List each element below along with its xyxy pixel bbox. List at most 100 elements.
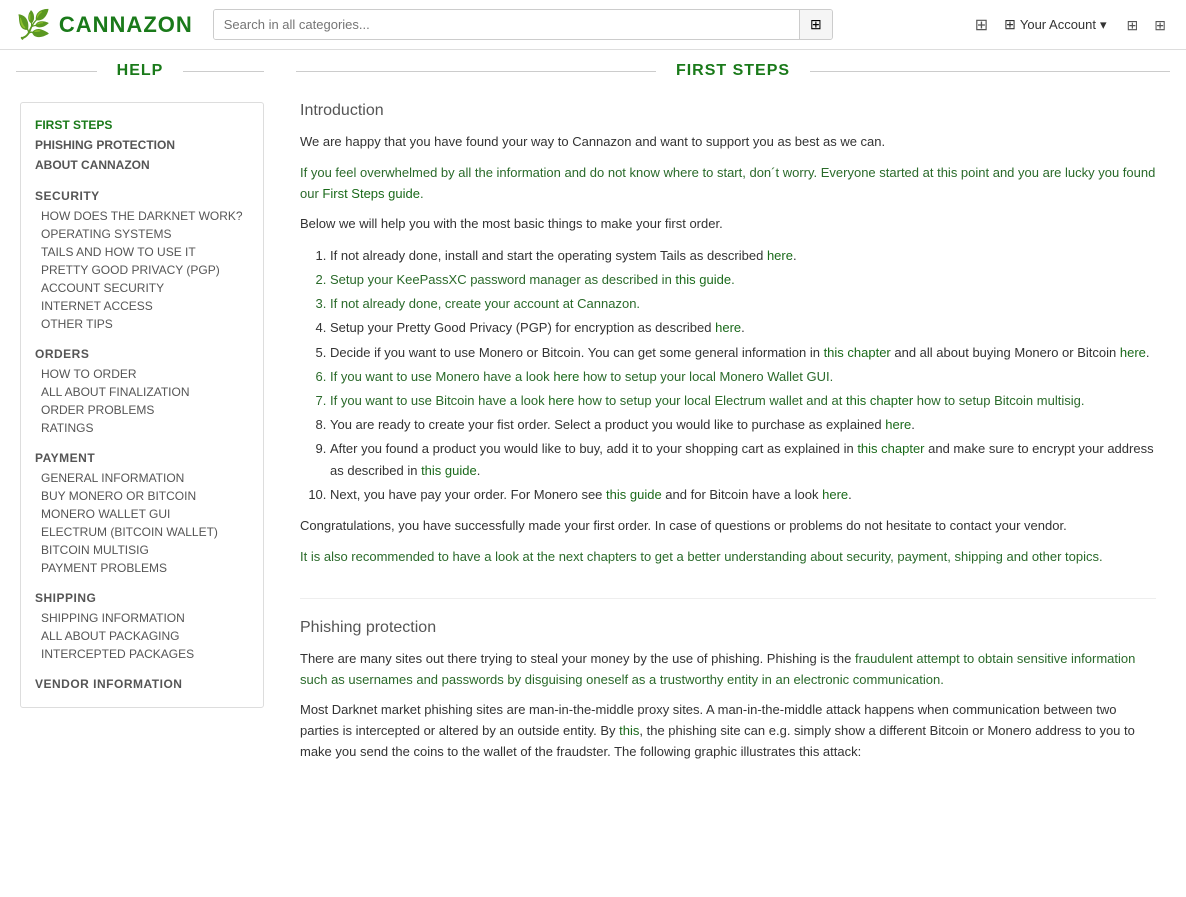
first-steps-header-line-right bbox=[810, 71, 1170, 72]
sidebar-item-operating-systems[interactable]: OPERATING SYSTEMS bbox=[35, 225, 249, 243]
sidebar-item-tails[interactable]: TAILS AND HOW TO USE IT bbox=[35, 243, 249, 261]
step-6: If you want to use Monero have a look he… bbox=[330, 366, 1156, 388]
sidebar-item-about-cannazon[interactable]: ABOUT CANNAZON bbox=[35, 155, 249, 175]
search-button[interactable]: ⊞ bbox=[799, 10, 832, 39]
step-2: Setup your KeePassXC password manager as… bbox=[330, 269, 1156, 291]
intro-para3: Below we will help you with the most bas… bbox=[300, 214, 1156, 235]
dropdown-arrow-icon: ▾ bbox=[1100, 17, 1107, 33]
sidebar-section-orders: ORDERS bbox=[35, 347, 249, 361]
phishing-para1: There are many sites out there trying to… bbox=[300, 649, 1156, 691]
sidebar-section-payment: PAYMENT bbox=[35, 451, 249, 465]
step-9: After you found a product you would like… bbox=[330, 438, 1156, 482]
help-header-col: HELP bbox=[0, 50, 280, 92]
sidebar-card: FIRST STEPS PHISHING PROTECTION ABOUT CA… bbox=[20, 102, 264, 708]
phishing-highlighted: fraudulent attempt to obtain sensitive i… bbox=[300, 651, 1135, 687]
sidebar-item-order-problems[interactable]: ORDER PROBLEMS bbox=[35, 401, 249, 419]
first-steps-guide-link[interactable]: First Steps guide bbox=[322, 186, 420, 201]
phishing-this-link[interactable]: this bbox=[619, 723, 639, 738]
account-button[interactable]: ⊞ Your Account ▾ bbox=[996, 12, 1114, 37]
sidebar-item-finalization[interactable]: ALL ABOUT FINALIZATION bbox=[35, 383, 249, 401]
step-3: If not already done, create your account… bbox=[330, 293, 1156, 315]
phishing-section: Phishing protection There are many sites… bbox=[300, 619, 1156, 763]
intro-section: Introduction We are happy that you have … bbox=[300, 102, 1156, 568]
step-10: Next, you have pay your order. For Moner… bbox=[330, 484, 1156, 506]
search-input[interactable] bbox=[214, 10, 799, 39]
sidebar-item-first-steps[interactable]: FIRST STEPS bbox=[35, 115, 249, 135]
first-steps-header-line-left bbox=[296, 71, 656, 72]
sidebar-item-account-security[interactable]: ACCOUNT SECURITY bbox=[35, 279, 249, 297]
sidebar-item-darknet[interactable]: HOW DOES THE DARKNET WORK? bbox=[35, 207, 249, 225]
cannabis-icon: 🌿 bbox=[16, 8, 51, 41]
phishing-heading: Phishing protection bbox=[300, 619, 1156, 637]
sidebar-item-monero-wallet[interactable]: MONERO WALLET GUI bbox=[35, 505, 249, 523]
step-5: Decide if you want to use Monero or Bitc… bbox=[330, 342, 1156, 364]
sidebar: FIRST STEPS PHISHING PROTECTION ABOUT CA… bbox=[0, 92, 280, 803]
sidebar-item-shipping-info[interactable]: SHIPPING INFORMATION bbox=[35, 609, 249, 627]
step-7: If you want to use Bitcoin have a look h… bbox=[330, 390, 1156, 412]
sidebar-item-how-to-order[interactable]: HOW TO ORDER bbox=[35, 365, 249, 383]
step7-link1[interactable]: here bbox=[548, 393, 574, 408]
step-4: Setup your Pretty Good Privacy (PGP) for… bbox=[330, 317, 1156, 339]
sidebar-item-packaging[interactable]: ALL ABOUT PACKAGING bbox=[35, 627, 249, 645]
sidebar-item-intercepted[interactable]: INTERCEPTED PACKAGES bbox=[35, 645, 249, 663]
step4-link[interactable]: here bbox=[715, 320, 741, 335]
header-icon-btn-1[interactable]: ⊞ bbox=[1123, 10, 1143, 39]
sidebar-item-bitcoin-multisig[interactable]: BITCOIN MULTISIG bbox=[35, 541, 249, 559]
help-header-line-right bbox=[183, 71, 264, 72]
intro-para2-pre: If you feel overwhelmed by all the infor… bbox=[300, 165, 1155, 201]
step9-link1[interactable]: this chapter bbox=[857, 441, 924, 456]
sidebar-section-security: SECURITY bbox=[35, 189, 249, 203]
search-area: ⊞ bbox=[213, 9, 833, 40]
help-section-title: HELP bbox=[97, 62, 184, 80]
step7-link2[interactable]: this chapter bbox=[846, 393, 913, 408]
sidebar-item-internet-access[interactable]: INTERNET ACCESS bbox=[35, 297, 249, 315]
header-icon-btn-2[interactable]: ⊞ bbox=[1150, 10, 1170, 39]
step-8: You are ready to create your fist order.… bbox=[330, 414, 1156, 436]
first-steps-header-col: FIRST STEPS bbox=[280, 50, 1186, 92]
sidebar-section-shipping: SHIPPING bbox=[35, 591, 249, 605]
grid-icon-2: ⊞ bbox=[1154, 17, 1166, 33]
account-icon: ⊞ bbox=[1004, 16, 1016, 33]
section-divider bbox=[300, 598, 1156, 599]
sidebar-item-other-tips[interactable]: OTHER TIPS bbox=[35, 315, 249, 333]
step9-link2[interactable]: this guide bbox=[421, 463, 477, 478]
step5-link1[interactable]: this chapter bbox=[824, 345, 891, 360]
steps-list: If not already done, install and start t… bbox=[300, 245, 1156, 506]
step10-link1[interactable]: this guide bbox=[606, 487, 662, 502]
intro-para1: We are happy that you have found your wa… bbox=[300, 132, 1156, 153]
help-header-line-left bbox=[16, 71, 97, 72]
header: 🌿 CANNAZON ⊞ ⊞ ⊞ Your Account ▾ ⊞ ⊞ bbox=[0, 0, 1186, 50]
sidebar-item-buy-monero-bitcoin[interactable]: BUY MONERO OR BITCOIN bbox=[35, 487, 249, 505]
page-container: HELP FIRST STEPS FIRST STEPS PHISHING PR… bbox=[0, 50, 1186, 823]
sidebar-item-electrum[interactable]: ELECTRUM (BITCOIN WALLET) bbox=[35, 523, 249, 541]
logo-text: CANNAZON bbox=[59, 12, 193, 38]
step6-link[interactable]: here bbox=[553, 369, 579, 384]
qr-icon: ⊞ bbox=[810, 16, 822, 32]
intro-heading: Introduction bbox=[300, 102, 1156, 120]
step1-link[interactable]: here bbox=[767, 248, 793, 263]
sidebar-section-vendor: VENDOR INFORMATION bbox=[35, 677, 249, 691]
step10-link2[interactable]: here bbox=[822, 487, 848, 502]
congrats-para: Congratulations, you have successfully m… bbox=[300, 516, 1156, 537]
main-content: Introduction We are happy that you have … bbox=[280, 92, 1186, 803]
sidebar-item-ratings[interactable]: RATINGS bbox=[35, 419, 249, 437]
logo-area: 🌿 CANNAZON bbox=[16, 8, 193, 41]
qr-icon-small: ⊞ bbox=[975, 15, 988, 35]
account-label: Your Account bbox=[1020, 17, 1096, 32]
phishing-para2: Most Darknet market phishing sites are m… bbox=[300, 700, 1156, 762]
step8-link[interactable]: here bbox=[885, 417, 911, 432]
sidebar-item-payment-problems[interactable]: PAYMENT PROBLEMS bbox=[35, 559, 249, 577]
first-steps-section-header: FIRST STEPS bbox=[280, 50, 1186, 92]
recommend-para: It is also recommended to have a look at… bbox=[300, 547, 1156, 568]
sidebar-item-general-info[interactable]: GENERAL INFORMATION bbox=[35, 469, 249, 487]
first-steps-section-title: FIRST STEPS bbox=[656, 62, 810, 80]
help-section-header: HELP bbox=[0, 50, 280, 92]
sidebar-item-pgp[interactable]: PRETTY GOOD PRIVACY (PGP) bbox=[35, 261, 249, 279]
header-right: ⊞ ⊞ Your Account ▾ ⊞ ⊞ bbox=[975, 10, 1170, 39]
intro-para2-post: . bbox=[420, 186, 424, 201]
intro-para2: If you feel overwhelmed by all the infor… bbox=[300, 163, 1156, 205]
step2-link[interactable]: this guide bbox=[675, 272, 731, 287]
step5-link2[interactable]: here bbox=[1120, 345, 1146, 360]
section-headers-row: HELP FIRST STEPS bbox=[0, 50, 1186, 92]
sidebar-item-phishing-protection[interactable]: PHISHING PROTECTION bbox=[35, 135, 249, 155]
